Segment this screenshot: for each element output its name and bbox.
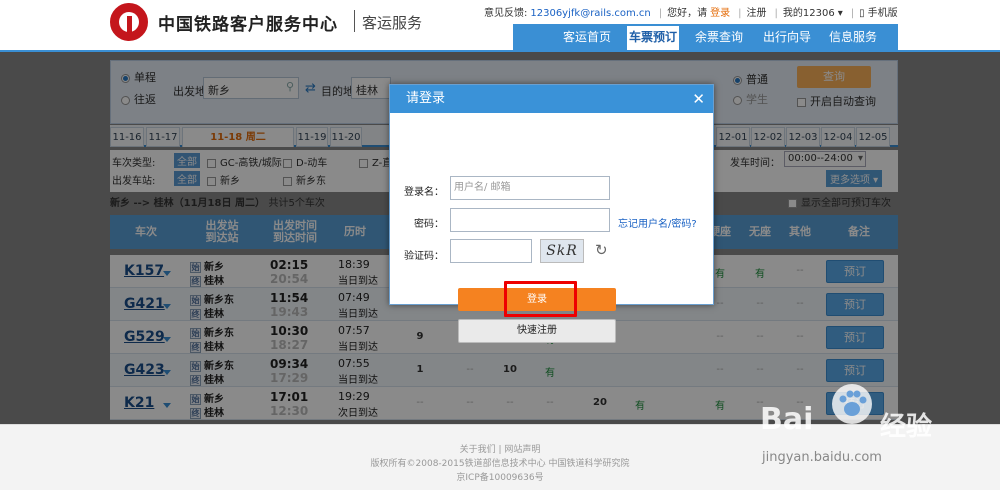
captcha-image[interactable]: SkR [540, 239, 584, 263]
refresh-icon[interactable]: ↻ [595, 241, 608, 259]
password-label: 密码： [414, 219, 444, 230]
nav-item-travel-guide[interactable]: 出行向导 [757, 24, 817, 50]
feedback-email-link[interactable]: 12306yjfk@rails.com.cn [530, 8, 650, 19]
captcha-input[interactable] [450, 239, 532, 263]
register-link[interactable]: 注册 [747, 8, 767, 19]
mobile-link[interactable]: 手机版 [868, 8, 898, 19]
password-input[interactable] [450, 208, 610, 232]
railway-logo-icon [110, 3, 148, 41]
my12306-link[interactable]: 我的12306 [783, 8, 835, 19]
forgot-password-link[interactable]: 忘记用户名/密码? [618, 215, 697, 230]
nav-item-home[interactable]: 客运首页 [553, 24, 621, 50]
greeting-text: 您好，请 [667, 8, 708, 19]
top-links: 意见反馈: 12306yjfk@rails.com.cn | 您好，请 登录 | 注册 | 我的… [484, 8, 898, 19]
nav-item-info-service[interactable]: 信息服务 [823, 24, 883, 50]
nav-item-ticket-booking[interactable]: 车票预订 [627, 26, 679, 50]
username-label: 登录名： [404, 187, 444, 198]
main-content: 单程 往返 出发地 新乡 ⚲ ⇄ 目的地 桂林 普通 学生 查询 开启自动查询 1… [0, 52, 1000, 424]
chevron-down-icon: ▾ [837, 8, 843, 19]
site-name: 中国铁路客户服务中心 [158, 15, 338, 35]
login-dialog: 请登录 ✕ 登录名： 用户名/ 邮箱 密码： 忘记用户名/密码? 验证码： Sk… [389, 84, 714, 343]
watermark-url: jingyan.baidu.com [762, 450, 882, 465]
watermark-brand: Bai [760, 402, 814, 437]
dialog-title: 请登录 [390, 85, 713, 113]
close-icon[interactable]: ✕ [692, 86, 705, 112]
site-header: 中国铁路客户服务中心 客运服务 意见反馈: 12306yjfk@rails.com… [0, 0, 1000, 50]
title-divider [354, 10, 355, 32]
paw-icon [832, 384, 872, 424]
mobile-icon: ▯ [859, 8, 865, 19]
quick-register-button[interactable]: 快速注册 [458, 319, 616, 343]
nav-item-remaining-tickets[interactable]: 余票查询 [689, 24, 749, 50]
main-nav: 客运首页 车票预订 余票查询 出行向导 信息服务 [513, 24, 898, 50]
site-subtitle: 客运服务 [362, 14, 423, 32]
username-input[interactable]: 用户名/ 邮箱 [450, 176, 610, 200]
watermark-brand-cn: 经验 [880, 412, 933, 442]
highlight-box [504, 281, 577, 317]
login-link[interactable]: 登录 [710, 8, 730, 19]
captcha-label: 验证码： [404, 251, 444, 262]
feedback-label: 意见反馈: [484, 8, 528, 19]
baidu-watermark: Bai 经验 jingyan.baidu.com [760, 380, 1000, 490]
